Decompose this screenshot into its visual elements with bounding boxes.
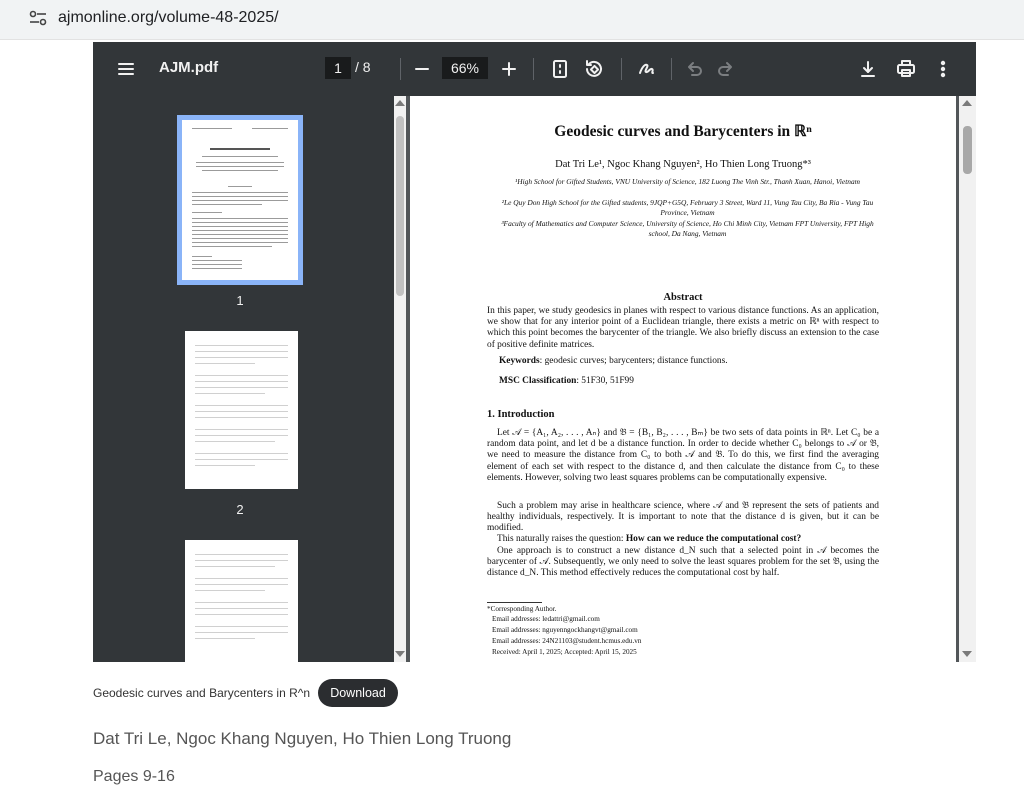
url-text[interactable]: ajmonline.org/volume-48-2025/ bbox=[58, 9, 279, 27]
paper-affiliation: ³Faculty of Mathematics and Computer Sci… bbox=[501, 219, 874, 238]
toolbar-divider bbox=[621, 58, 622, 80]
paper-authors: Dat Tri Le¹, Ngoc Khang Nguyen², Ho Thie… bbox=[555, 159, 811, 170]
total-pages: 8 bbox=[362, 59, 371, 75]
article-pages: Pages 9-16 bbox=[93, 768, 175, 785]
keywords-line: Keywords: geodesic curves; barycenters; … bbox=[499, 356, 728, 366]
intro-paragraph: This naturally raises the question: How … bbox=[487, 534, 879, 545]
thumbnail-page-1[interactable] bbox=[177, 115, 303, 285]
pdf-page: Geodesic curves and Barycenters in ℝⁿ Da… bbox=[410, 96, 956, 662]
footnote-line: Email addresses: nguyenngockhangvt@gmail… bbox=[492, 626, 638, 634]
abstract-text: In this paper, we study geodesics in pla… bbox=[487, 306, 879, 350]
toolbar-divider bbox=[400, 58, 401, 80]
redo-icon[interactable] bbox=[715, 58, 737, 80]
footnote-line: Email addresses: 24N21103@student.hcmus.… bbox=[492, 637, 642, 645]
annotate-icon[interactable] bbox=[636, 58, 658, 80]
document-scroll-down-icon[interactable] bbox=[962, 651, 972, 657]
intro-paragraph: Let 𝒜 = {A₁, A₂, . . . , Aₙ} and 𝔅 = {B₁… bbox=[487, 428, 879, 483]
footnote-line: Received: April 1, 2025; Accepted: April… bbox=[492, 648, 637, 656]
paper-affiliation: ²Le Quy Don High School for the Gifted s… bbox=[501, 198, 874, 217]
download-button[interactable]: Download bbox=[318, 679, 398, 707]
sidebar-scroll-down-icon[interactable] bbox=[395, 651, 405, 657]
fit-page-icon[interactable] bbox=[549, 58, 571, 80]
browser-address-bar: ajmonline.org/volume-48-2025/ bbox=[0, 0, 1024, 40]
sidebar-scroll-up-icon[interactable] bbox=[395, 100, 405, 106]
more-icon[interactable] bbox=[932, 58, 954, 80]
zoom-out-icon[interactable] bbox=[411, 58, 433, 80]
download-icon[interactable] bbox=[857, 58, 879, 80]
document-scrollbar[interactable] bbox=[959, 96, 976, 662]
thumbnail-sidebar: 1 2 bbox=[93, 96, 394, 662]
question-lead: This naturally raises the question: bbox=[497, 534, 626, 544]
msc-label: MSC Classification bbox=[499, 376, 577, 386]
msc-text: : 51F30, 51F99 bbox=[576, 376, 634, 386]
thumbnail-label: 2 bbox=[236, 502, 244, 517]
footnote-line: Email addresses: ledattri@gmail.com bbox=[492, 615, 600, 623]
msc-line: MSC Classification: 51F30, 51F99 bbox=[499, 376, 634, 386]
print-icon[interactable] bbox=[895, 58, 917, 80]
sidebar-scrollbar-thumb[interactable] bbox=[396, 116, 404, 296]
footnote-line: *Corresponding Author. bbox=[487, 605, 557, 613]
document-scroll-up-icon[interactable] bbox=[962, 100, 972, 106]
keywords-label: Keywords bbox=[499, 356, 540, 366]
pdf-viewer: AJM.pdf 1 / 8 66% 1 2 Geodesic curves an… bbox=[93, 42, 976, 662]
page-separator: / bbox=[355, 59, 359, 75]
toolbar-divider bbox=[671, 58, 672, 80]
article-authors: Dat Tri Le, Ngoc Khang Nguyen, Ho Thien … bbox=[93, 729, 512, 748]
keywords-text: : geodesic curves; barycenters; distance… bbox=[539, 356, 728, 366]
pdf-toolbar: AJM.pdf 1 / 8 66% bbox=[93, 42, 976, 96]
document-area: Geodesic curves and Barycenters in ℝⁿ Da… bbox=[406, 96, 959, 662]
article-title: Geodesic curves and Barycenters in R^n bbox=[93, 686, 311, 700]
thumbnail-page-2[interactable] bbox=[185, 331, 298, 489]
site-settings-icon[interactable] bbox=[28, 9, 48, 27]
rotate-icon[interactable] bbox=[583, 58, 605, 80]
intro-paragraph: Such a problem may arise in healthcare s… bbox=[487, 501, 879, 534]
page-number-input[interactable]: 1 bbox=[325, 57, 351, 79]
toolbar-divider bbox=[533, 58, 534, 80]
document-scrollbar-thumb[interactable] bbox=[963, 126, 972, 174]
paper-title: Geodesic curves and Barycenters in ℝⁿ bbox=[554, 123, 812, 140]
thumbnail-page-3[interactable] bbox=[185, 540, 298, 662]
intro-paragraph: One approach is to construct a new dista… bbox=[487, 546, 879, 579]
zoom-in-icon[interactable] bbox=[498, 58, 520, 80]
paper-affiliation: ¹High School for Gifted Students, VNU Un… bbox=[515, 177, 860, 186]
thumbnail-label: 1 bbox=[236, 293, 244, 308]
question-text: How can we reduce the computational cost… bbox=[625, 534, 802, 544]
undo-icon[interactable] bbox=[683, 58, 705, 80]
pdf-filename: AJM.pdf bbox=[159, 59, 219, 76]
page-count: / 8 bbox=[355, 59, 371, 75]
menu-icon[interactable] bbox=[115, 58, 137, 80]
abstract-heading: Abstract bbox=[663, 292, 703, 303]
zoom-level-input[interactable]: 66% bbox=[442, 57, 488, 79]
section-heading: 1. Introduction bbox=[487, 409, 555, 420]
footnote-rule bbox=[487, 602, 542, 603]
